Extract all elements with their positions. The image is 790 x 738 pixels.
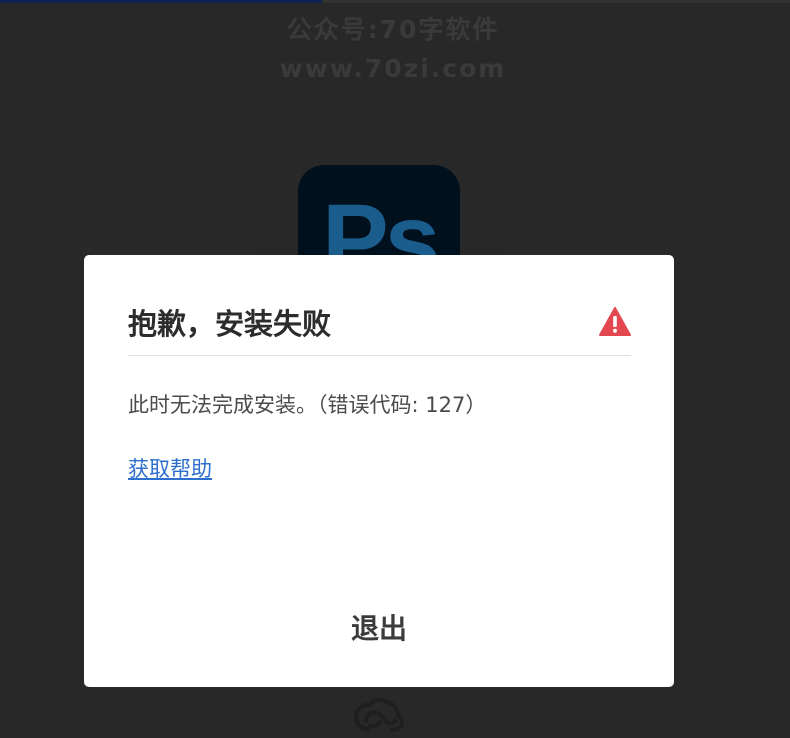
exit-button[interactable]: 退出 xyxy=(329,604,429,650)
dialog-title: 抱歉，安装失败 xyxy=(128,307,332,341)
dialog-divider xyxy=(128,355,631,356)
get-help-link[interactable]: 获取帮助 xyxy=(128,453,212,483)
install-failed-dialog: 抱歉，安装失败 此时无法完成安装。（错误代码: 127） 获取帮助 退出 xyxy=(84,255,674,687)
warning-triangle-icon xyxy=(599,307,631,336)
error-message: 此时无法完成安装。（错误代码: 127） xyxy=(128,393,487,417)
creative-cloud-icon xyxy=(353,698,404,732)
